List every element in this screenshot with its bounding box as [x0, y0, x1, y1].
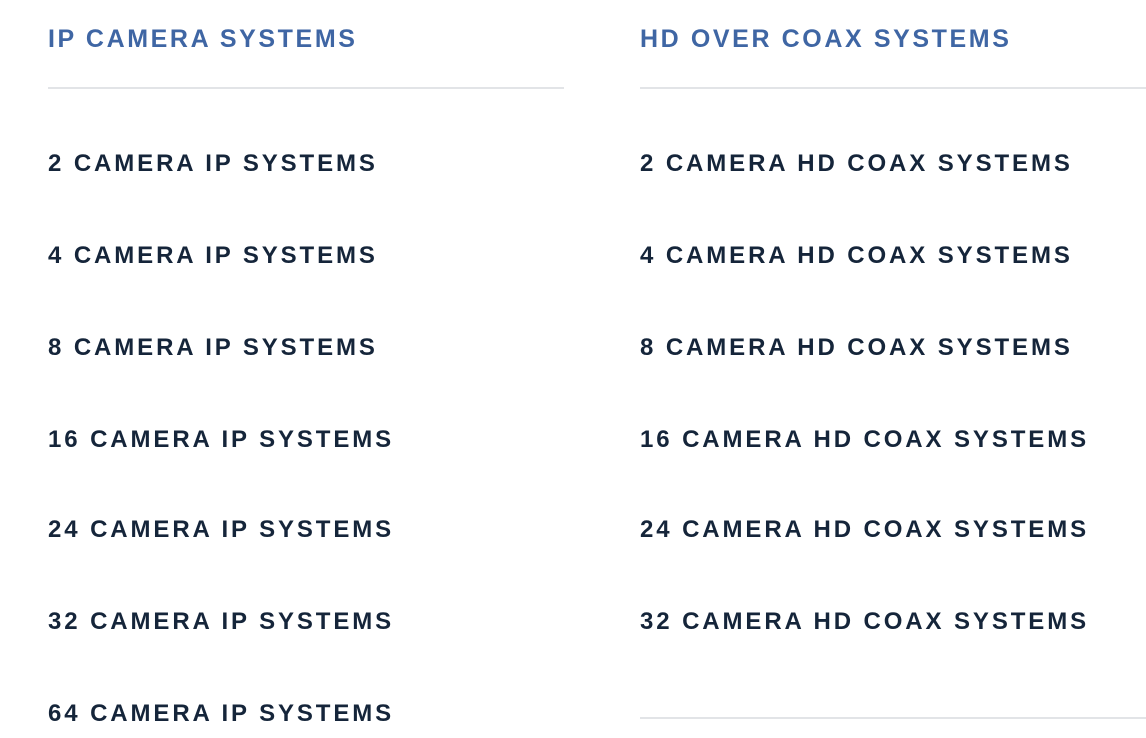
coax-column-bottom-divider	[640, 717, 1146, 719]
list-item: 16 CAMERA IP SYSTEMS	[48, 425, 394, 455]
link-24-camera-hd-coax-systems[interactable]: 24 CAMERA HD COAX SYSTEMS	[640, 515, 1089, 545]
link-2-camera-ip-systems[interactable]: 2 CAMERA IP SYSTEMS	[48, 149, 378, 179]
link-64-camera-ip-systems[interactable]: 64 CAMERA IP SYSTEMS	[48, 699, 394, 729]
list-item: 24 CAMERA HD COAX SYSTEMS	[640, 515, 1089, 545]
list-item: 8 CAMERA HD COAX SYSTEMS	[640, 333, 1073, 363]
list-item: 16 CAMERA HD COAX SYSTEMS	[640, 425, 1089, 455]
link-24-camera-ip-systems[interactable]: 24 CAMERA IP SYSTEMS	[48, 515, 394, 545]
link-32-camera-ip-systems[interactable]: 32 CAMERA IP SYSTEMS	[48, 607, 394, 637]
list-item: 8 CAMERA IP SYSTEMS	[48, 333, 378, 363]
link-16-camera-ip-systems[interactable]: 16 CAMERA IP SYSTEMS	[48, 425, 394, 455]
link-8-camera-hd-coax-systems[interactable]: 8 CAMERA HD COAX SYSTEMS	[640, 333, 1073, 363]
list-item: 4 CAMERA IP SYSTEMS	[48, 241, 378, 271]
ip-column-divider	[48, 87, 564, 89]
link-2-camera-hd-coax-systems[interactable]: 2 CAMERA HD COAX SYSTEMS	[640, 149, 1073, 179]
list-item: 4 CAMERA HD COAX SYSTEMS	[640, 241, 1073, 271]
hd-over-coax-systems-heading: HD OVER COAX SYSTEMS	[640, 25, 1012, 53]
list-item: 32 CAMERA HD COAX SYSTEMS	[640, 607, 1089, 637]
link-16-camera-hd-coax-systems[interactable]: 16 CAMERA HD COAX SYSTEMS	[640, 425, 1089, 455]
link-4-camera-hd-coax-systems[interactable]: 4 CAMERA HD COAX SYSTEMS	[640, 241, 1073, 271]
list-item: 64 CAMERA IP SYSTEMS	[48, 699, 394, 729]
link-4-camera-ip-systems[interactable]: 4 CAMERA IP SYSTEMS	[48, 241, 378, 271]
list-item: 32 CAMERA IP SYSTEMS	[48, 607, 394, 637]
list-item: 2 CAMERA HD COAX SYSTEMS	[640, 149, 1073, 179]
list-item: 2 CAMERA IP SYSTEMS	[48, 149, 378, 179]
coax-column-divider	[640, 87, 1146, 89]
link-32-camera-hd-coax-systems[interactable]: 32 CAMERA HD COAX SYSTEMS	[640, 607, 1089, 637]
link-8-camera-ip-systems[interactable]: 8 CAMERA IP SYSTEMS	[48, 333, 378, 363]
ip-camera-systems-heading: IP CAMERA SYSTEMS	[48, 25, 358, 53]
list-item: 24 CAMERA IP SYSTEMS	[48, 515, 394, 545]
